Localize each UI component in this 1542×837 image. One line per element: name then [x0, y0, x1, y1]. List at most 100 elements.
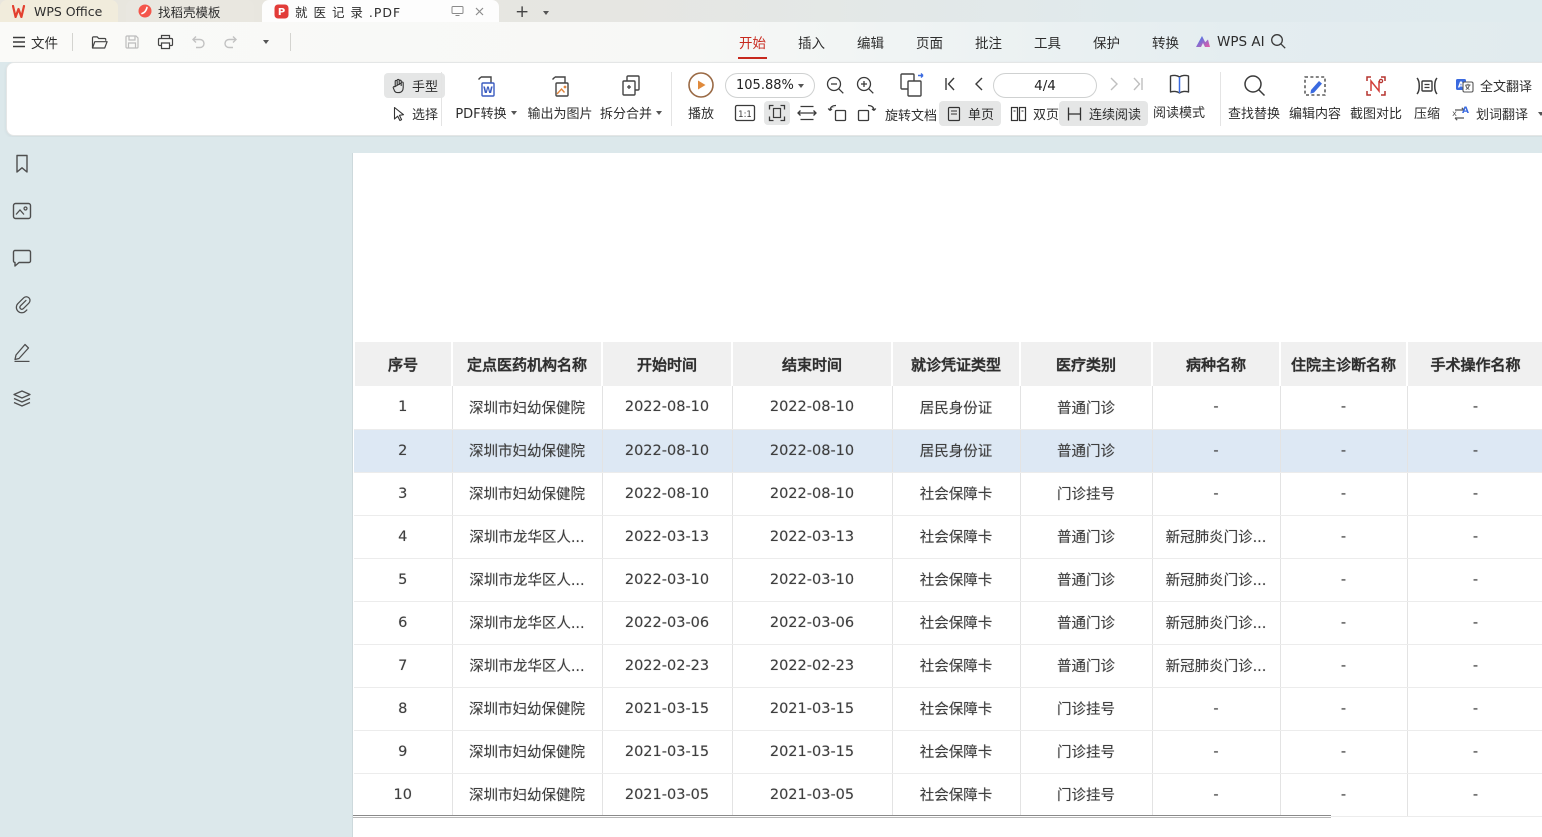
quick-access-chevron-icon[interactable]: [252, 30, 276, 54]
file-menu-button[interactable]: 文件: [12, 32, 58, 52]
table-cell: 1: [354, 386, 452, 429]
table-cell: -: [1407, 472, 1542, 515]
play-label: 播放: [688, 103, 714, 122]
split-merge-button[interactable]: 拆分合并: [595, 73, 667, 122]
table-cell: 社会保障卡: [892, 515, 1020, 558]
pdf-convert-button[interactable]: W PDF转换: [450, 73, 522, 122]
table-cell: 6: [354, 601, 452, 644]
menu-item[interactable]: 插入: [797, 23, 826, 61]
table-cell: 5: [354, 558, 452, 601]
menu-item[interactable]: 转换: [1151, 23, 1180, 61]
menu-item[interactable]: 开始: [738, 23, 767, 61]
save-icon[interactable]: [120, 30, 144, 54]
play-slideshow-button[interactable]: 播放: [679, 71, 723, 122]
svg-text:A: A: [1462, 106, 1469, 116]
signature-panel-icon[interactable]: [9, 339, 35, 365]
table-cell: 深圳市妇幼保健院: [452, 773, 602, 816]
menu-item[interactable]: 保护: [1092, 23, 1121, 61]
page-indicator-input[interactable]: 4/4: [993, 73, 1097, 98]
hand-tool-button[interactable]: 手型: [384, 73, 445, 98]
rotate-left-button[interactable]: [827, 103, 849, 123]
table-cell: -: [1152, 472, 1280, 515]
menu-item[interactable]: 工具: [1033, 23, 1062, 61]
word-translate-button[interactable]: Ax 划词翻译: [1451, 102, 1542, 125]
zoom-level-select[interactable]: 105.88%: [725, 73, 815, 98]
select-tool-button[interactable]: 选择: [384, 101, 445, 126]
redo-icon[interactable]: [219, 30, 243, 54]
divider: [72, 33, 73, 51]
tab-document-pdf[interactable]: P 就 医 记 录 .PDF: [262, 0, 499, 22]
table-cell: 2022-03-06: [732, 601, 892, 644]
table-cell: -: [1280, 644, 1407, 687]
next-page-button[interactable]: [1103, 76, 1125, 92]
table-cell: 2022-03-13: [732, 515, 892, 558]
tab-close-icon[interactable]: [471, 3, 487, 19]
continuous-reading-label: 连续阅读: [1089, 104, 1141, 123]
table-cell: 社会保障卡: [892, 773, 1020, 816]
table-cell: -: [1280, 773, 1407, 816]
table-cell: -: [1280, 730, 1407, 773]
rotate-doc-button[interactable]: 旋转文档: [885, 105, 937, 124]
print-icon[interactable]: [153, 30, 177, 54]
compress-button[interactable]: 压缩: [1407, 73, 1447, 122]
table-cell: 3: [354, 472, 452, 515]
table-column-header: 定点医药机构名称: [452, 342, 602, 386]
edit-content-label: 编辑内容: [1289, 103, 1341, 122]
table-cell: -: [1280, 687, 1407, 730]
table-cell: 10: [354, 773, 452, 816]
continuous-reading-button[interactable]: 连续阅读: [1059, 101, 1148, 126]
table-cell: 门诊挂号: [1020, 472, 1152, 515]
attachments-panel-icon[interactable]: [9, 292, 35, 318]
table-cell: -: [1407, 429, 1542, 472]
export-as-image-button[interactable]: 输出为图片: [522, 73, 598, 122]
menu-item[interactable]: 页面: [915, 23, 944, 61]
comments-panel-icon[interactable]: [9, 245, 35, 271]
table-header-row: 序号定点医药机构名称开始时间结束时间就诊凭证类型医疗类别病种名称住院主诊断名称手…: [354, 342, 1542, 386]
layers-panel-icon[interactable]: [9, 386, 35, 412]
document-area: 序号定点医药机构名称开始时间结束时间就诊凭证类型医疗类别病种名称住院主诊断名称手…: [0, 137, 1542, 837]
table-row: 2深圳市妇幼保健院2022-08-102022-08-10居民身份证普通门诊--…: [354, 429, 1542, 472]
edit-content-button[interactable]: 编辑内容: [1284, 73, 1346, 122]
zoom-out-button[interactable]: [825, 75, 846, 96]
divider: [290, 33, 291, 51]
export-image-icon: [547, 73, 573, 99]
table-cell: -: [1152, 386, 1280, 429]
screenshot-compare-button[interactable]: 截图对比: [1345, 73, 1407, 122]
full-translate-icon: A: [1455, 77, 1474, 94]
tab-wps-home[interactable]: WPS Office: [0, 0, 118, 22]
menu-item[interactable]: 批注: [974, 23, 1003, 61]
wps-ai-button[interactable]: WPS AI: [1195, 22, 1265, 62]
tab-monitor-icon[interactable]: [449, 3, 465, 19]
previous-page-button[interactable]: [967, 76, 989, 92]
tab-docer-templates[interactable]: 找稻壳模板: [126, 0, 254, 22]
table-cell: -: [1407, 687, 1542, 730]
table-cell: 2022-02-23: [602, 644, 732, 687]
undo-icon[interactable]: [186, 30, 210, 54]
open-file-icon[interactable]: [87, 30, 111, 54]
bookmarks-panel-icon[interactable]: [9, 151, 35, 177]
single-page-button[interactable]: 单页: [939, 101, 1001, 126]
fit-width-button[interactable]: [796, 105, 818, 121]
actual-size-button[interactable]: 1:1: [734, 103, 756, 123]
full-text-translate-button[interactable]: A 全文翻译: [1455, 74, 1532, 97]
thumbnails-panel-icon[interactable]: [9, 198, 35, 224]
tab-list-chevron-icon[interactable]: [543, 11, 549, 15]
last-page-button[interactable]: [1127, 76, 1149, 92]
table-cell: 社会保障卡: [892, 558, 1020, 601]
fit-page-button[interactable]: [764, 101, 790, 125]
pdf-file-icon: P: [274, 4, 289, 19]
table-cell: 2022-02-23: [732, 644, 892, 687]
table-cell: 深圳市龙华区人...: [452, 515, 602, 558]
new-tab-button[interactable]: +: [515, 2, 529, 22]
replace-pages-icon[interactable]: [897, 71, 927, 99]
table-cell: 2022-08-10: [602, 429, 732, 472]
export-image-label: 输出为图片: [527, 103, 592, 122]
read-mode-button[interactable]: 阅读模式: [1150, 72, 1208, 121]
find-replace-button[interactable]: 查找替换: [1223, 73, 1285, 122]
menu-item[interactable]: 编辑: [856, 23, 885, 61]
zoom-in-button[interactable]: [855, 75, 876, 96]
table-cell: 门诊挂号: [1020, 773, 1152, 816]
first-page-button[interactable]: [939, 76, 961, 92]
rotate-right-button[interactable]: [855, 103, 877, 123]
menu-search-icon[interactable]: [1270, 33, 1287, 50]
